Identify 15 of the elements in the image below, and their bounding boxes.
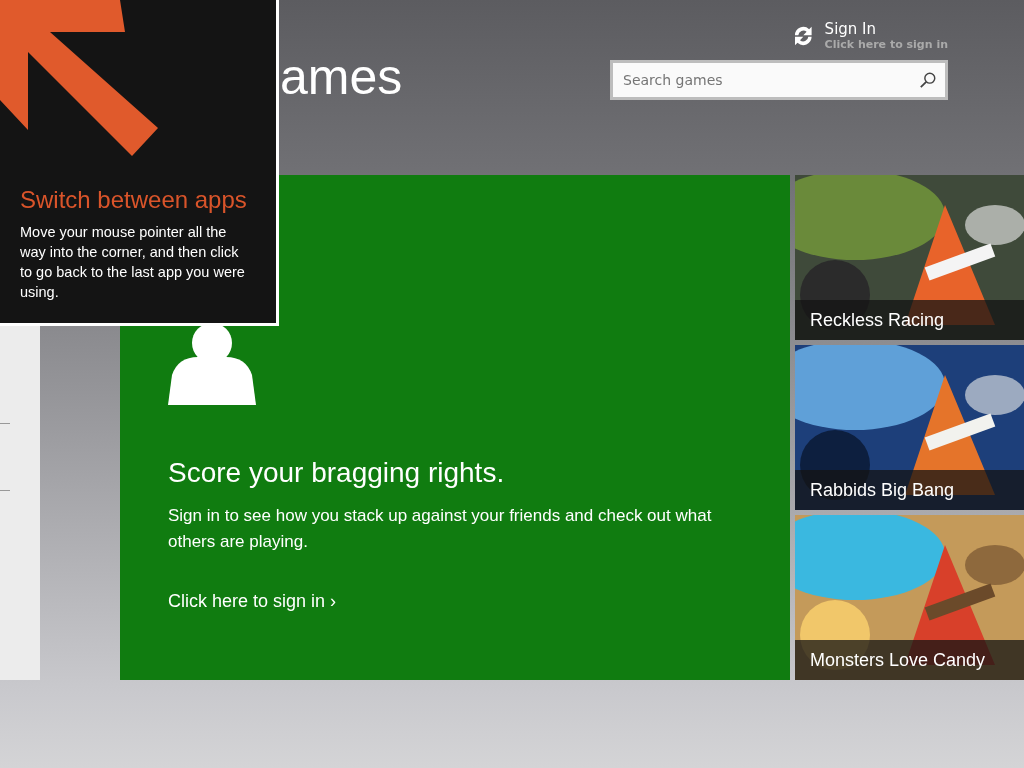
game-tile[interactable]: Monsters Love Candy [795, 515, 1024, 680]
page-title: ames [280, 48, 403, 107]
game-tile[interactable]: Rabbids Big Bang [795, 345, 1024, 510]
promo-text: Sign in to see how you stack up against your friends and check out what others are playing. [168, 505, 713, 553]
app-thumbnail[interactable] [0, 326, 40, 680]
search-input[interactable]: Search games [621, 71, 919, 89]
promo-headline: Score your bragging rights. [168, 457, 506, 489]
game-title: Reckless Racing [810, 309, 945, 331]
search-icon [919, 71, 937, 89]
search-field[interactable]: Search games [610, 60, 948, 100]
game-tile[interactable]: Reckless Racing [795, 175, 1024, 340]
sign-in-button[interactable]: Sign In Click here to sign in [790, 20, 948, 52]
game-title: Monsters Love Candy [810, 649, 986, 671]
game-title: Rabbids Big Bang [810, 479, 955, 501]
sign-in-link[interactable]: Click here to sign in › [168, 591, 337, 612]
